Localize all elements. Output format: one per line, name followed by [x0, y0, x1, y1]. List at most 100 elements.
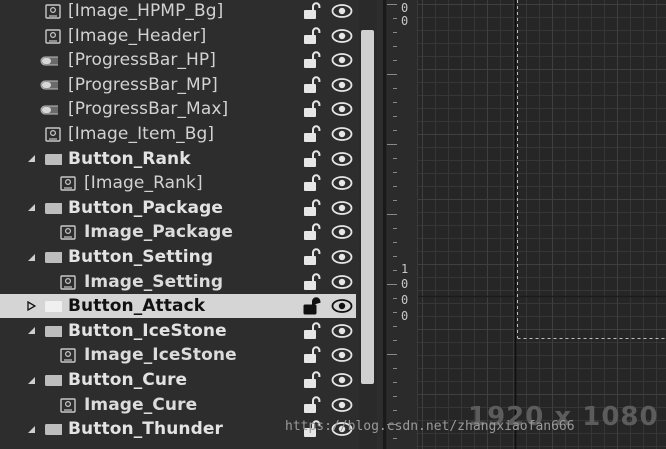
collapse-arrow-icon[interactable] [26, 301, 36, 312]
button-widget-icon [44, 422, 62, 437]
eye-icon[interactable] [331, 372, 353, 388]
ruler-tick [387, 4, 397, 5]
expand-arrow-icon[interactable] [26, 252, 36, 262]
lock-open-icon[interactable] [302, 174, 322, 192]
lock-open-icon[interactable] [302, 199, 322, 217]
expand-arrow-icon[interactable] [26, 375, 36, 385]
hierarchy-row[interactable]: Button_Rank [0, 147, 356, 171]
eye-icon[interactable] [331, 224, 353, 240]
hierarchy-row[interactable]: Image_Cure [0, 393, 356, 417]
hierarchy-row[interactable]: [ProgressBar_Max] [0, 97, 356, 121]
hierarchy-row[interactable]: [ProgressBar_MP] [0, 73, 356, 97]
lock-open-icon[interactable] [302, 125, 322, 143]
ruler-tick [393, 382, 397, 383]
ruler-tick [393, 340, 397, 341]
image-widget-icon [44, 127, 62, 142]
lock-open-icon[interactable] [302, 248, 322, 266]
hierarchy-row[interactable]: Image_Package [0, 220, 356, 244]
hierarchy-row-label: [Image_Rank] [84, 173, 203, 194]
lock-open-icon[interactable] [302, 272, 322, 291]
hierarchy-row[interactable]: Button_Package [0, 196, 356, 220]
eye-icon[interactable] [331, 274, 353, 290]
hierarchy-row[interactable]: [Image_HPMP_Bg] [0, 0, 356, 23]
eye-icon[interactable] [331, 175, 353, 191]
eye-icon[interactable] [331, 28, 353, 44]
lock-open-icon[interactable] [302, 76, 322, 94]
eye-icon[interactable] [331, 3, 353, 19]
ruler-tick [393, 46, 397, 47]
eye-icon[interactable] [331, 101, 353, 117]
expand-arrow-icon[interactable] [26, 424, 36, 434]
ruler-tick [393, 102, 397, 103]
eye-icon[interactable] [331, 151, 353, 167]
lock-open-icon[interactable] [302, 26, 322, 45]
image-widget-icon [59, 348, 77, 364]
hierarchy-row[interactable]: Button_Attack [0, 294, 356, 319]
lock-open-icon[interactable] [302, 2, 322, 20]
hierarchy-row[interactable]: Image_Setting [0, 270, 356, 294]
lock-open-icon[interactable] [302, 395, 322, 414]
hierarchy-panel: [Image_HPMP_Bg] [Image_Header] [ProgressBa… [0, 0, 386, 449]
panel-divider[interactable] [383, 0, 386, 449]
lock-open-icon[interactable] [302, 346, 322, 364]
eye-icon[interactable] [331, 200, 353, 216]
hierarchy-row[interactable]: Button_IceStone [0, 319, 356, 343]
ruler-tick [393, 312, 397, 313]
image-widget-icon [59, 397, 77, 413]
scrollbar-thumb[interactable] [361, 30, 374, 384]
expand-arrow-icon[interactable] [26, 154, 36, 164]
design-grid[interactable]: 1920 x 1080 (16:9 [418, 0, 666, 449]
lock-open-icon[interactable] [302, 322, 322, 340]
button-widget-icon [44, 250, 62, 265]
ruler-tick [393, 368, 397, 369]
expand-arrow-icon[interactable] [26, 203, 36, 213]
hierarchy-row-label: [ProgressBar_MP] [68, 74, 218, 95]
lock-open-icon[interactable] [302, 223, 322, 241]
hierarchy-row[interactable]: [ProgressBar_HP] [0, 48, 356, 72]
hierarchy-row-label: Button_Package [68, 197, 224, 218]
hierarchy-row[interactable]: [Image_Rank] [0, 171, 356, 195]
eye-icon[interactable] [331, 126, 353, 142]
hierarchy-row[interactable]: Image_IceStone [0, 343, 356, 367]
hierarchy-row-label: Image_Setting [84, 271, 224, 292]
eye-icon[interactable] [331, 347, 353, 363]
image-widget-icon [44, 4, 62, 19]
ruler-tick [393, 18, 397, 19]
ruler-tick [393, 298, 397, 299]
expand-arrow-icon[interactable] [26, 326, 36, 336]
eye-icon[interactable] [331, 323, 353, 339]
ruler-number: 0 [401, 293, 409, 307]
button-widget-icon [44, 373, 62, 388]
eye-icon[interactable] [331, 298, 353, 314]
lock-open-icon[interactable] [302, 51, 322, 69]
ruler-tick [393, 158, 397, 159]
ruler-tick [393, 60, 397, 61]
ruler-tick [393, 200, 397, 201]
ruler-tick [393, 116, 397, 117]
ruler-tick [393, 396, 397, 397]
lock-open-icon[interactable] [302, 149, 322, 168]
designer-canvas[interactable]: 0 0 1 0 0 0 1920 x 1080 (16:9 [387, 0, 666, 449]
hierarchy-scrollbar[interactable] [359, 0, 377, 449]
hierarchy-row-label: Button_Setting [68, 247, 214, 267]
watermark-text: https://blog.csdn.net/zhangxiaofan666 [285, 419, 575, 434]
eye-icon[interactable] [331, 249, 353, 265]
hierarchy-row[interactable]: [Image_Header] [0, 24, 356, 48]
hierarchy-row-label: Button_IceStone [68, 320, 227, 341]
hierarchy-row-label: Button_Attack [68, 296, 206, 317]
ruler-tick [387, 354, 397, 355]
ruler-tick [393, 270, 397, 271]
lock-open-icon[interactable] [302, 371, 322, 389]
hierarchy-row[interactable]: [Image_Item_Bg] [0, 122, 356, 146]
lock-open-icon[interactable] [302, 297, 322, 315]
hierarchy-row[interactable]: Button_Setting [0, 245, 356, 269]
hierarchy-row[interactable]: Button_Cure [0, 368, 356, 392]
ruler-number: 0 [401, 309, 409, 323]
ruler-tick [393, 88, 397, 89]
eye-icon[interactable] [331, 77, 353, 93]
eye-icon[interactable] [331, 52, 353, 68]
lock-open-icon[interactable] [302, 100, 322, 118]
ruler-number: 1 [401, 262, 409, 276]
vertical-ruler: 0 0 1 0 0 0 [387, 0, 418, 449]
eye-icon[interactable] [331, 397, 353, 413]
